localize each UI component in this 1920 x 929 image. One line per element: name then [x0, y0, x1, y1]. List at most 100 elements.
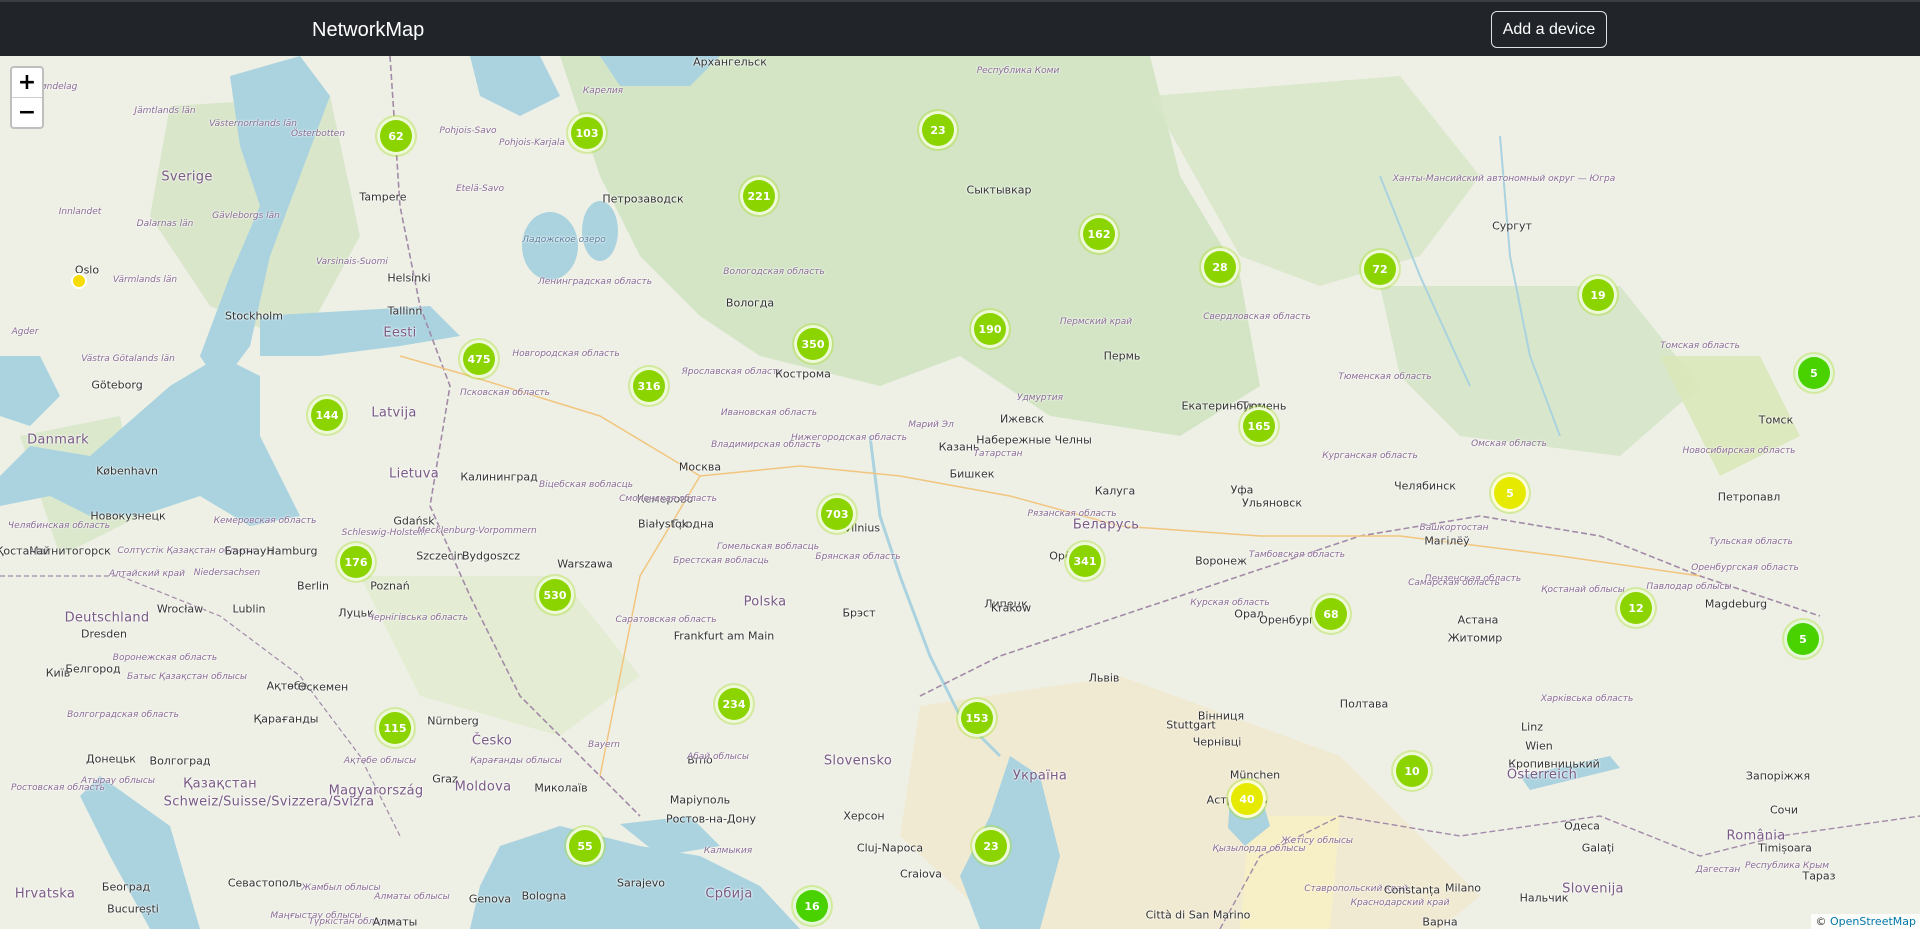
region-label: Республика Коми — [976, 66, 1060, 76]
device-cluster[interactable]: 62 — [377, 117, 415, 155]
device-cluster[interactable]: 5 — [1784, 620, 1822, 658]
brand-title[interactable]: NetworkMap — [312, 18, 424, 42]
city-label: Оренбург — [1259, 613, 1315, 627]
device-cluster[interactable]: 341 — [1066, 542, 1104, 580]
region-label: Jämtlands län — [134, 106, 196, 116]
region-label: Челябинская область — [7, 521, 111, 531]
city-label: Запоріжжя — [1745, 769, 1811, 783]
device-cluster[interactable]: 162 — [1080, 215, 1118, 253]
region-label: Пермский край — [1059, 317, 1133, 327]
device-cluster[interactable]: 72 — [1361, 250, 1399, 288]
city-label: Херсон — [843, 809, 885, 823]
region-label: Батыс Қазақстан облысы — [127, 672, 247, 682]
device-marker[interactable] — [71, 273, 87, 289]
device-cluster[interactable]: 144 — [308, 396, 346, 434]
city-label: Hamburg — [266, 544, 318, 558]
country-label: Česko — [471, 733, 513, 749]
device-cluster[interactable]: 16 — [793, 887, 831, 925]
region-label: Schleswig-Holstein — [341, 528, 427, 538]
country-label: Србија — [705, 886, 753, 902]
country-label: Eesti — [383, 325, 417, 341]
region-label: Ақтөбе облысы — [343, 756, 417, 766]
attribution-link[interactable]: OpenStreetMap — [1830, 915, 1916, 928]
city-label: Набережные Челны — [976, 433, 1092, 447]
region-label: Agder — [11, 327, 39, 337]
map-canvas[interactable]: Архангельск Республика Коми Карелия Trøndel… — [0, 56, 1920, 929]
region-label: Смоленская область — [619, 494, 717, 504]
device-cluster[interactable]: 19 — [1579, 276, 1617, 314]
region-label: Татарстан — [973, 449, 1023, 459]
city-label: Томск — [1758, 413, 1794, 427]
zoom-control: + − — [10, 66, 44, 129]
device-cluster[interactable]: 68 — [1312, 595, 1350, 633]
region-label: Etelä-Savo — [455, 184, 505, 194]
device-cluster[interactable]: 234 — [715, 685, 753, 723]
device-cluster[interactable]: 23 — [972, 827, 1010, 865]
region-label: Чернігівська область — [367, 613, 469, 623]
device-cluster[interactable]: 5 — [1491, 474, 1529, 512]
device-cluster[interactable]: 115 — [376, 709, 414, 747]
city-label: Москва — [678, 460, 722, 474]
device-cluster[interactable]: 350 — [794, 325, 832, 363]
city-label: Helsinki — [387, 271, 431, 285]
country-label: Sverige — [161, 169, 213, 185]
device-cluster[interactable]: 703 — [818, 495, 856, 533]
city-label: Чернівці — [1192, 735, 1242, 749]
device-cluster[interactable]: 176 — [337, 543, 375, 581]
region-label: Брянская область — [815, 552, 901, 562]
region-label: Атырау облысы — [81, 776, 155, 786]
city-label: Өскемен — [297, 680, 349, 694]
copyright-symbol: © — [1815, 915, 1827, 928]
city-label: Craiova — [900, 867, 942, 881]
region-label: Қостанай облысы — [1541, 585, 1625, 595]
city-label: Poznań — [370, 579, 410, 593]
device-cluster[interactable]: 12 — [1617, 589, 1655, 627]
region-label: Gävleborgs län — [212, 211, 280, 221]
region-label: Самарская область — [1408, 578, 1500, 588]
city-label: Linz — [1521, 720, 1543, 734]
city-label: Göteborg — [91, 378, 143, 392]
region-label: Ивановская область — [720, 408, 818, 418]
city-label: Wrocław — [156, 602, 204, 616]
region-label: Västra Götalands län — [81, 354, 175, 364]
device-cluster[interactable]: 475 — [460, 340, 498, 378]
region-label: Саратовская область — [615, 615, 717, 625]
device-cluster[interactable]: 55 — [566, 827, 604, 865]
device-cluster[interactable]: 221 — [740, 177, 778, 215]
city-label: Волгоград — [149, 754, 211, 768]
city-label: București — [107, 902, 159, 916]
region-label: Pohjois-Savo — [439, 126, 497, 136]
device-cluster[interactable]: 23 — [919, 111, 957, 149]
add-device-button[interactable]: Add a device — [1491, 11, 1607, 48]
city-label: Алматы — [372, 915, 418, 929]
city-label: Архангельск — [693, 56, 767, 69]
region-label: Владимирская область — [711, 440, 821, 450]
city-label: Dresden — [81, 627, 127, 641]
city-label: Constanța — [1383, 883, 1441, 897]
region-label: Bayern — [588, 740, 620, 750]
device-cluster[interactable]: 190 — [971, 310, 1009, 348]
region-label: Карелия — [582, 86, 624, 96]
city-label: Житомир — [1447, 631, 1503, 645]
country-label: Україна — [1012, 768, 1068, 784]
device-cluster[interactable]: 153 — [958, 699, 996, 737]
region-label: Mecklenburg-Vorpommern — [417, 526, 537, 536]
city-label: Магілёў — [1424, 534, 1470, 548]
region-label: Алматы облысы — [374, 892, 450, 902]
device-cluster[interactable]: 530 — [536, 576, 574, 614]
city-label: Новокузнецк — [90, 509, 166, 523]
device-cluster[interactable]: 10 — [1393, 752, 1431, 790]
region-label: Дагестан — [1695, 865, 1741, 875]
device-cluster[interactable]: 40 — [1228, 780, 1266, 818]
country-label: Deutschland — [64, 610, 150, 626]
device-cluster[interactable]: 103 — [568, 114, 606, 152]
region-label: Віцебская вобласць — [538, 480, 634, 490]
device-cluster[interactable]: 316 — [630, 367, 668, 405]
device-cluster[interactable]: 165 — [1240, 407, 1278, 445]
device-cluster[interactable]: 5 — [1795, 354, 1833, 392]
region-label: Тамбовская область — [1248, 550, 1346, 560]
device-cluster[interactable]: 28 — [1201, 248, 1239, 286]
zoom-out-button[interactable]: − — [12, 97, 42, 127]
city-label: Варна — [1422, 915, 1458, 929]
zoom-in-button[interactable]: + — [12, 68, 42, 97]
